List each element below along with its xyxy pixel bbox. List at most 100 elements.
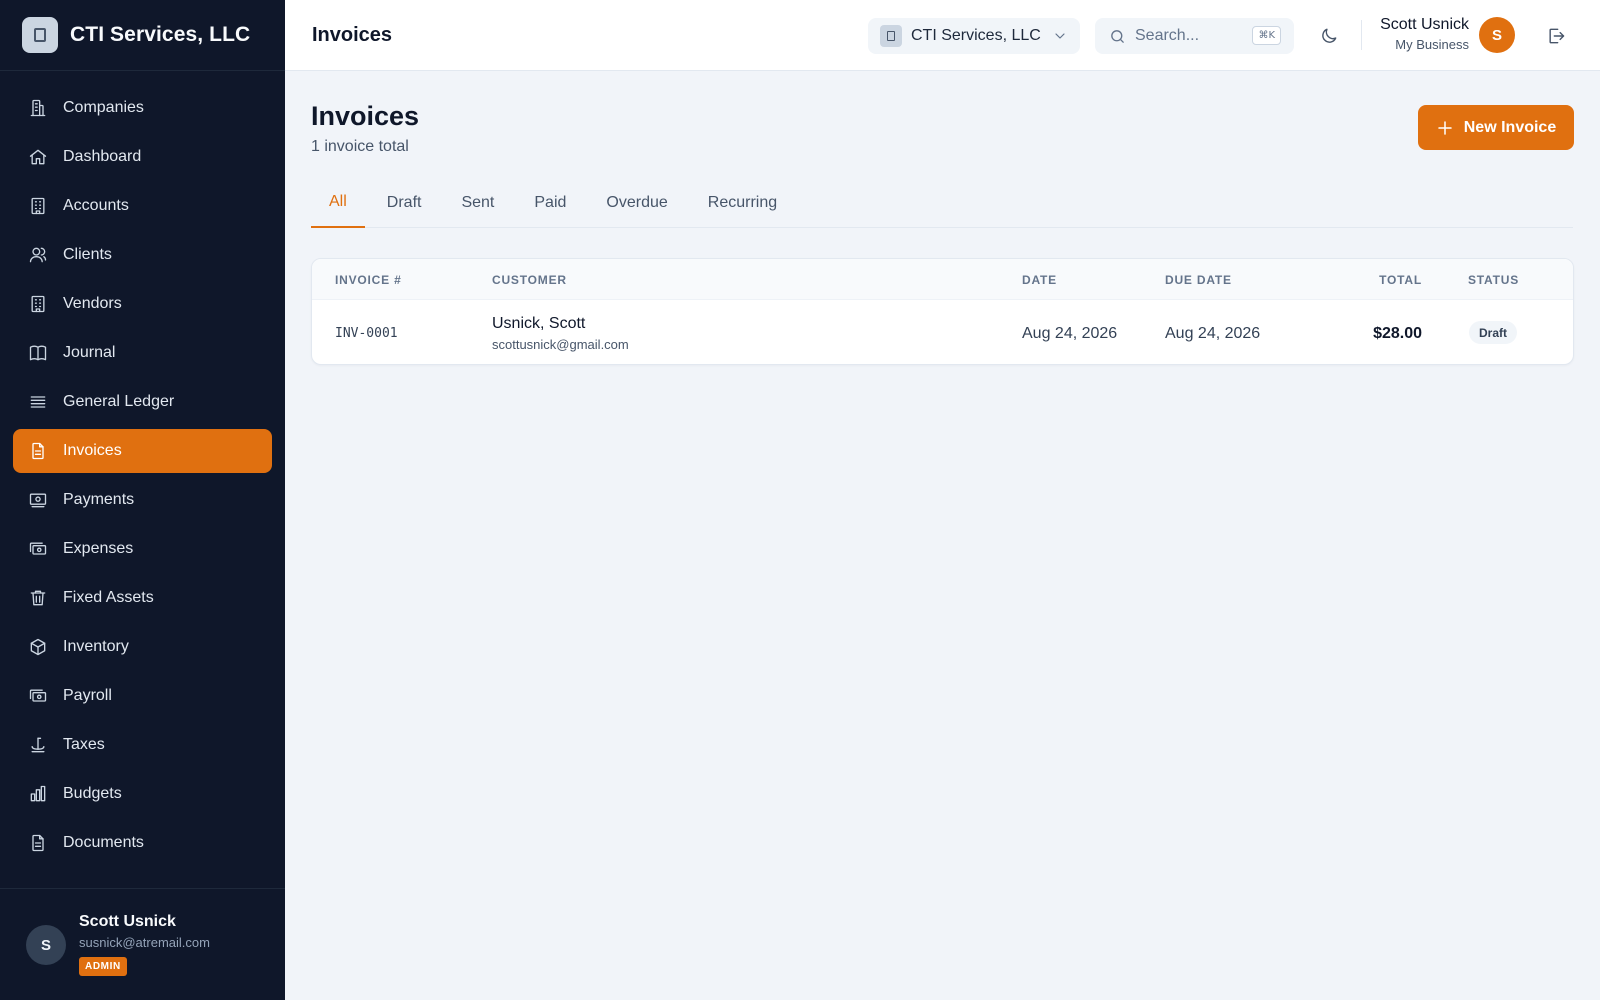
logout-icon: [1549, 28, 1565, 44]
sidebar-item-general-ledger[interactable]: General Ledger: [13, 380, 272, 424]
sidebar-item-budgets[interactable]: Budgets: [13, 772, 272, 816]
scale-icon: [27, 734, 49, 756]
sidebar-item-accounts[interactable]: Accounts: [13, 184, 272, 228]
sidebar-user-card[interactable]: S Scott Usnick susnick@atremail.com ADMI…: [0, 888, 285, 1000]
column-header-date[interactable]: DATE: [1022, 273, 1057, 287]
sidebar-item-label: Inventory: [63, 638, 129, 655]
tab-overdue[interactable]: Overdue: [588, 178, 685, 228]
avatar: S: [26, 925, 66, 965]
building-icon: [27, 293, 49, 315]
sidebar-item-label: Accounts: [63, 197, 129, 214]
company-logo-icon: [880, 25, 902, 47]
sidebar-nav: Companies Dashboard Accounts Clients Ven…: [0, 71, 285, 888]
sidebar-item-expenses[interactable]: Expenses: [13, 527, 272, 571]
topbar-user: Scott Usnick My Business: [1375, 16, 1469, 52]
main-content: Invoices 1 invoice total New Invoice All…: [285, 71, 1600, 1000]
sidebar-item-label: Budgets: [63, 785, 122, 802]
table-header: INVOICE # CUSTOMER DATE DUE DATE TOTAL S…: [312, 259, 1573, 300]
tab-recurring[interactable]: Recurring: [690, 178, 795, 228]
sidebar-item-inventory[interactable]: Inventory: [13, 625, 272, 669]
sidebar-item-label: Journal: [63, 344, 116, 361]
company-selector[interactable]: CTI Services, LLC: [868, 18, 1080, 54]
column-header-invoice[interactable]: INVOICE #: [335, 273, 402, 287]
trash-icon: [27, 587, 49, 609]
sidebar-item-clients[interactable]: Clients: [13, 233, 272, 277]
tab-sent[interactable]: Sent: [443, 178, 512, 228]
search-shortcut: ⌘K: [1252, 26, 1281, 45]
sidebar-item-fixed-assets[interactable]: Fixed Assets: [13, 576, 272, 620]
search-icon: [1111, 29, 1124, 43]
topbar-title: Invoices: [312, 24, 393, 46]
sidebar-item-companies[interactable]: Companies: [13, 86, 272, 130]
book-icon: [27, 342, 49, 364]
user-info: Scott Usnick susnick@atremail.com ADMIN: [79, 911, 210, 976]
sidebar-item-label: Dashboard: [63, 148, 142, 165]
sidebar-item-payroll[interactable]: Payroll: [13, 674, 272, 718]
customer-name: Usnick, Scott: [492, 315, 586, 332]
sidebar-item-taxes[interactable]: Taxes: [13, 723, 272, 767]
users-icon: [27, 244, 49, 266]
sidebar-item-documents[interactable]: Documents: [13, 821, 272, 865]
home-icon: [27, 146, 49, 168]
cash-icon: [27, 538, 49, 560]
document-icon: [27, 832, 49, 854]
column-header-status[interactable]: STATUS: [1468, 273, 1519, 287]
bar-chart-icon: [27, 783, 49, 805]
plus-icon: [1438, 120, 1452, 135]
sidebar-item-label: General Ledger: [63, 393, 175, 410]
companies-icon: [27, 97, 49, 119]
cash-icon: [27, 685, 49, 707]
brand[interactable]: CTI Services, LLC: [0, 0, 285, 71]
list-icon: [27, 391, 49, 413]
user-email: susnick@atremail.com: [79, 935, 210, 950]
sidebar-item-vendors[interactable]: Vendors: [13, 282, 272, 326]
page-subtitle: 1 invoice total: [311, 138, 409, 155]
building-icon: [27, 195, 49, 217]
sidebar-item-invoices[interactable]: Invoices: [13, 429, 272, 473]
sidebar-item-label: Payments: [63, 491, 135, 508]
customer-email: scottusnick@gmail.com: [492, 337, 629, 352]
column-header-total[interactable]: TOTAL: [1322, 273, 1422, 287]
sidebar-item-label: Fixed Assets: [63, 589, 154, 606]
search-box[interactable]: ⌘K: [1095, 18, 1294, 54]
sidebar-item-dashboard[interactable]: Dashboard: [13, 135, 272, 179]
avatar[interactable]: S: [1479, 17, 1515, 53]
invoice-number[interactable]: INV-0001: [335, 326, 398, 341]
theme-toggle-button[interactable]: [1315, 22, 1343, 50]
sidebar-item-journal[interactable]: Journal: [13, 331, 272, 375]
company-selector-label: CTI Services, LLC: [911, 27, 1041, 44]
new-invoice-button-label: New Invoice: [1463, 118, 1557, 136]
sidebar-item-payments[interactable]: Payments: [13, 478, 272, 522]
column-header-customer[interactable]: CUSTOMER: [492, 273, 567, 287]
status-badge: Draft: [1469, 321, 1518, 344]
invoice-due-date: Aug 24, 2026: [1165, 325, 1261, 342]
sidebar-item-label: Payroll: [63, 687, 112, 704]
brand-name: CTI Services, LLC: [70, 23, 251, 46]
moon-icon: [1322, 28, 1337, 43]
topbar: Invoices CTI Services, LLC ⌘K Scott Usni…: [285, 0, 1600, 71]
sidebar-item-label: Taxes: [63, 736, 105, 753]
search-input[interactable]: [1135, 27, 1245, 45]
invoices-table: INVOICE # CUSTOMER DATE DUE DATE TOTAL S…: [311, 258, 1574, 365]
company-logo-icon: [22, 17, 58, 53]
sidebar-item-label: Vendors: [63, 295, 122, 312]
chevron-down-icon: [1052, 28, 1068, 44]
sidebar-item-label: Clients: [63, 246, 112, 263]
tab-paid[interactable]: Paid: [516, 178, 584, 228]
new-invoice-button[interactable]: New Invoice: [1418, 105, 1574, 150]
topbar-user-name: Scott Usnick: [1380, 16, 1469, 33]
column-header-due-date[interactable]: DUE DATE: [1165, 273, 1232, 287]
logout-button[interactable]: [1542, 22, 1570, 50]
sidebar-item-label: Companies: [63, 99, 144, 116]
banknote-icon: [27, 489, 49, 511]
page-title: Invoices: [311, 101, 420, 131]
sidebar-item-label: Expenses: [63, 540, 134, 557]
user-name: Scott Usnick: [79, 913, 176, 930]
tab-draft[interactable]: Draft: [369, 178, 440, 228]
divider: [1361, 20, 1362, 50]
sidebar-item-label: Invoices: [63, 442, 122, 459]
invoice-tabs: All Draft Sent Paid Overdue Recurring: [311, 178, 1573, 228]
sidebar-item-label: Documents: [63, 834, 144, 851]
table-row[interactable]: INV-0001 Usnick, Scott scottusnick@gmail…: [312, 300, 1573, 364]
tab-all[interactable]: All: [311, 178, 365, 228]
